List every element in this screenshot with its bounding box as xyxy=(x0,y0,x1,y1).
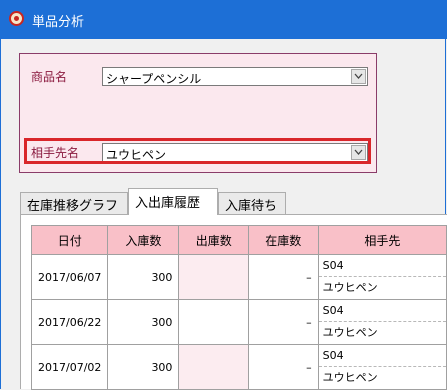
history-table: 日付 入庫数 出庫数 在庫数 相手先 2017/06/07 300 – S04 … xyxy=(30,225,447,390)
partner-code: S04 xyxy=(318,300,446,322)
cell-in[interactable]: 300 xyxy=(107,254,180,300)
cell-in[interactable]: 300 xyxy=(107,344,180,390)
cell-out[interactable] xyxy=(178,344,249,390)
partner-code: S04 xyxy=(318,255,446,277)
cell-partner[interactable]: S04 ユウヒペン xyxy=(317,254,447,300)
cell-stock[interactable]: – xyxy=(247,344,319,390)
chevron-down-icon[interactable] xyxy=(351,69,366,84)
partner-name: ユウヒペン xyxy=(322,326,378,339)
partner-code: S04 xyxy=(318,345,446,367)
table-header-row: 日付 入庫数 出庫数 在庫数 相手先 xyxy=(30,225,447,255)
table-row[interactable]: 2017/07/02 300 – S04 ユウヒペン xyxy=(30,344,447,390)
partner-name: ユウヒペン xyxy=(322,281,378,294)
cell-date[interactable]: 2017/06/07 xyxy=(30,254,109,300)
product-label: 商品名 xyxy=(31,70,68,84)
product-select[interactable]: シャープペンシル xyxy=(102,67,368,86)
cell-in[interactable]: 300 xyxy=(107,299,180,345)
tab-stock-trend-graph[interactable]: 在庫推移グラフ xyxy=(20,192,128,214)
cell-date[interactable]: 2017/07/02 xyxy=(30,344,109,390)
product-select-value: シャープペンシル xyxy=(106,72,202,86)
column-header-date[interactable]: 日付 xyxy=(30,225,109,255)
cell-stock[interactable]: – xyxy=(247,254,319,300)
cell-partner[interactable]: S04 ユウヒペン xyxy=(317,344,447,390)
column-header-out[interactable]: 出庫数 xyxy=(178,225,249,255)
column-header-in[interactable]: 入庫数 xyxy=(107,225,180,255)
cell-out[interactable] xyxy=(178,299,249,345)
cell-stock[interactable]: – xyxy=(247,299,319,345)
window-title: 単品分析 xyxy=(32,15,85,30)
app-logo-icon xyxy=(9,11,24,26)
title-bar[interactable]: 単品分析 xyxy=(0,0,447,39)
cell-date[interactable]: 2017/06/22 xyxy=(30,299,109,345)
cell-out[interactable] xyxy=(178,254,249,300)
column-header-partner[interactable]: 相手先 xyxy=(317,225,447,255)
cell-partner[interactable]: S04 ユウヒペン xyxy=(317,299,447,345)
table-row[interactable]: 2017/06/07 300 – S04 ユウヒペン xyxy=(30,254,447,300)
column-header-stock[interactable]: 在庫数 xyxy=(247,225,319,255)
tab-in-out-history[interactable]: 入出庫履歴 xyxy=(128,188,218,215)
table-row[interactable]: 2017/06/22 300 – S04 ユウヒペン xyxy=(30,299,447,345)
tab-awaiting-receipt[interactable]: 入庫待ち xyxy=(218,192,286,214)
partner-name: ユウヒペン xyxy=(322,371,378,384)
partner-field-highlight xyxy=(24,138,371,164)
